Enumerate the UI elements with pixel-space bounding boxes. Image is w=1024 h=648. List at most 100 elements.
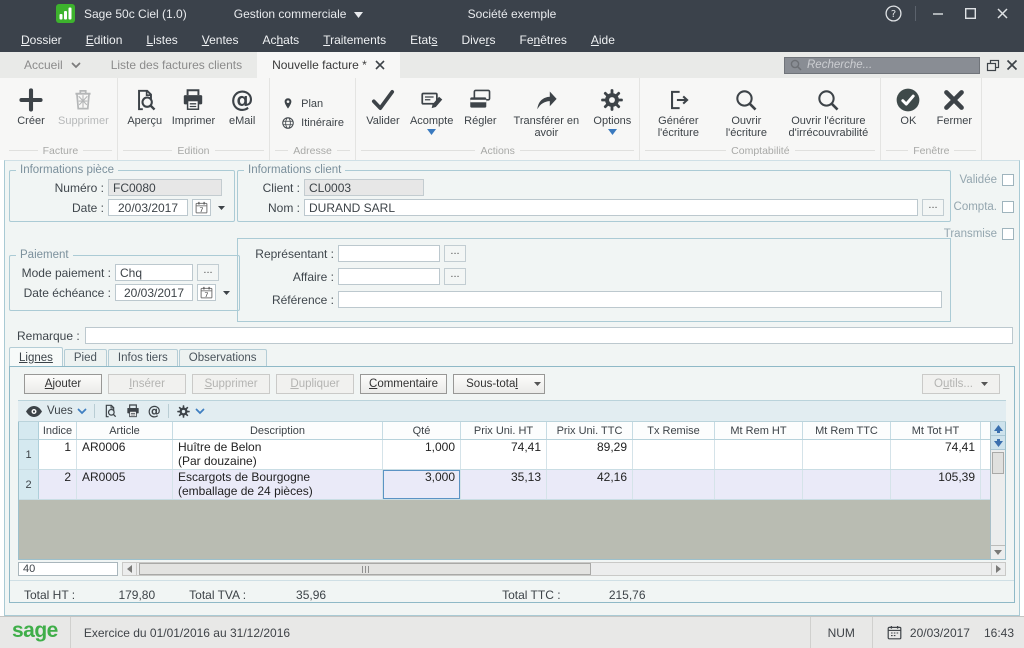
line-count-box[interactable]: 40 (18, 562, 118, 576)
toolbar-imprimer[interactable]: Imprimer (169, 83, 218, 128)
column-header-mt-rem-ht[interactable]: Mt Rem HT (715, 422, 803, 439)
scroll-down-icon[interactable] (991, 545, 1005, 559)
representant-browse-button[interactable] (444, 245, 466, 262)
minimize-button[interactable] (922, 0, 954, 27)
toolbar-generer-ecriture[interactable]: Générer l'écriture (645, 83, 711, 140)
detail-tab-infos-tiers[interactable]: Infos tiers (108, 349, 178, 367)
grid-print-button[interactable] (125, 403, 141, 419)
grid-cell[interactable]: 89,29 (547, 440, 633, 469)
toolbar-plan[interactable]: Plan (281, 97, 344, 111)
menu-item-aide[interactable]: Aide (579, 33, 627, 47)
grid-cell[interactable] (803, 470, 891, 499)
column-header-mt-rem-ttc[interactable]: Mt Rem TTC (803, 422, 891, 439)
search-input[interactable]: Recherche... (784, 57, 980, 74)
help-button[interactable]: ? (877, 0, 909, 27)
grid-cell[interactable]: 42,16 (547, 470, 633, 499)
grid-cell[interactable]: 1 (39, 440, 77, 469)
grid-cell[interactable] (633, 470, 715, 499)
column-header-prix-uni-ht[interactable]: Prix Uni. HT (461, 422, 547, 439)
grid-cell[interactable]: Huître de Belon(Par douzaine) (173, 440, 383, 469)
commentaire-button[interactable]: Commentaire (360, 374, 447, 394)
representant-input[interactable] (338, 245, 440, 262)
row-number-cell[interactable]: 2 (19, 470, 39, 499)
grid-email-button[interactable]: @ (148, 404, 161, 419)
grid-preview-button[interactable] (102, 403, 118, 419)
grid-cell[interactable]: AR0005 (77, 470, 173, 499)
toolbar-email[interactable]: @eMail (220, 83, 264, 128)
toolbar-ok[interactable]: OK (886, 83, 930, 128)
scroll-up-icon[interactable] (991, 422, 1005, 436)
toolbar-fermer[interactable]: Fermer (932, 83, 976, 128)
grid-cell[interactable] (633, 440, 715, 469)
scroll-left-icon[interactable] (123, 563, 137, 575)
toolbar-valider[interactable]: Valider (361, 83, 405, 128)
menu-item-fenetres[interactable]: Fenêtres (507, 33, 578, 47)
table-row[interactable]: 22AR0005Escargots de Bourgogne(emballage… (19, 470, 990, 500)
affaire-input[interactable] (338, 268, 440, 285)
tab-close-icon[interactable] (375, 60, 385, 70)
tab-accueil[interactable]: Accueil (9, 52, 96, 78)
chevron-down-icon[interactable] (608, 129, 617, 135)
grid-vertical-scrollbar[interactable] (990, 422, 1005, 559)
chevron-down-icon[interactable] (427, 129, 436, 135)
detail-tab-lignes[interactable]: Lignes (9, 347, 63, 367)
grid-cell[interactable] (803, 440, 891, 469)
toolbar-transferer-en-avoir[interactable]: Transférer en avoir (504, 83, 588, 140)
column-header-qt-[interactable]: Qté (383, 422, 461, 439)
date-dropdown-icon[interactable] (215, 199, 228, 216)
menu-item-etats[interactable]: Etats (398, 33, 449, 47)
grid-cell[interactable]: AR0006 (77, 440, 173, 469)
grid-cell[interactable]: 105,39 (891, 470, 981, 499)
maximize-button[interactable] (954, 0, 986, 27)
client-code-input[interactable]: CL0003 (304, 179, 424, 196)
affaire-browse-button[interactable] (444, 268, 466, 285)
date-input[interactable]: 20/03/2017 (108, 199, 188, 216)
column-header-tx-remise[interactable]: Tx Remise (633, 422, 715, 439)
menu-item-divers[interactable]: Divers (449, 33, 507, 47)
date-echeance-input[interactable]: 20/03/2017 (115, 284, 193, 301)
ajouter-button[interactable]: Ajouter (24, 374, 102, 394)
grid-cell[interactable]: 2 (39, 470, 77, 499)
date-echeance-dropdown-icon[interactable] (220, 284, 233, 301)
vues-button[interactable]: Vues (25, 404, 87, 418)
tab-nouvelle-facture[interactable]: Nouvelle facture * (257, 52, 400, 78)
calendar-icon[interactable]: 7 (192, 199, 211, 216)
reference-input[interactable] (338, 291, 942, 308)
toolbar-itineraire[interactable]: Itinéraire (281, 116, 344, 130)
compta-checkbox[interactable] (1002, 201, 1014, 213)
sous-total-button[interactable]: Sous-total (453, 374, 531, 394)
scroll-down-icon[interactable] (991, 436, 1005, 450)
column-header-mt[interactable]: Mt (981, 422, 990, 439)
chevron-down-icon[interactable] (530, 374, 545, 394)
transmise-checkbox[interactable] (1002, 228, 1014, 240)
calendar-icon[interactable]: 7 (197, 284, 216, 301)
toolbar-creer[interactable]: Créer (9, 83, 53, 128)
grid-cell[interactable] (981, 440, 990, 469)
column-header-prix-uni-ttc[interactable]: Prix Uni. TTC (547, 422, 633, 439)
scrollbar-thumb[interactable] (992, 452, 1004, 474)
numero-input[interactable]: FC0080 (108, 179, 222, 196)
mode-paiement-browse-button[interactable] (197, 264, 219, 281)
validee-checkbox[interactable] (1002, 174, 1014, 186)
grid-horizontal-scrollbar[interactable] (122, 562, 1006, 576)
scrollbar-thumb[interactable] (139, 563, 591, 575)
mode-paiement-input[interactable]: Chq (115, 264, 193, 281)
menu-item-listes[interactable]: Listes (134, 33, 189, 47)
toolbar-acompte[interactable]: Acompte (407, 83, 456, 136)
grid-cell[interactable]: 35,13 (461, 470, 547, 499)
grid-cell[interactable] (715, 470, 803, 499)
menu-item-dossier[interactable]: Dossier (9, 33, 74, 47)
column-header-mt-tot-ht[interactable]: Mt Tot HT (891, 422, 981, 439)
detail-tab-observations[interactable]: Observations (179, 349, 267, 367)
tab-liste-factures-clients[interactable]: Liste des factures clients (96, 52, 257, 78)
row-number-cell[interactable]: 1 (19, 440, 39, 469)
grid-cell[interactable] (981, 470, 990, 499)
grid-cell[interactable]: 74,41 (891, 440, 981, 469)
grid-cell[interactable]: 74,41 (461, 440, 547, 469)
close-window-button[interactable] (986, 0, 1018, 27)
module-switcher[interactable]: Gestion commerciale (234, 7, 364, 21)
menu-item-ventes[interactable]: Ventes (190, 33, 251, 47)
menu-item-traitements[interactable]: Traitements (311, 33, 398, 47)
restore-pane-icon[interactable] (986, 59, 1000, 72)
menu-item-edition[interactable]: Edition (74, 33, 135, 47)
